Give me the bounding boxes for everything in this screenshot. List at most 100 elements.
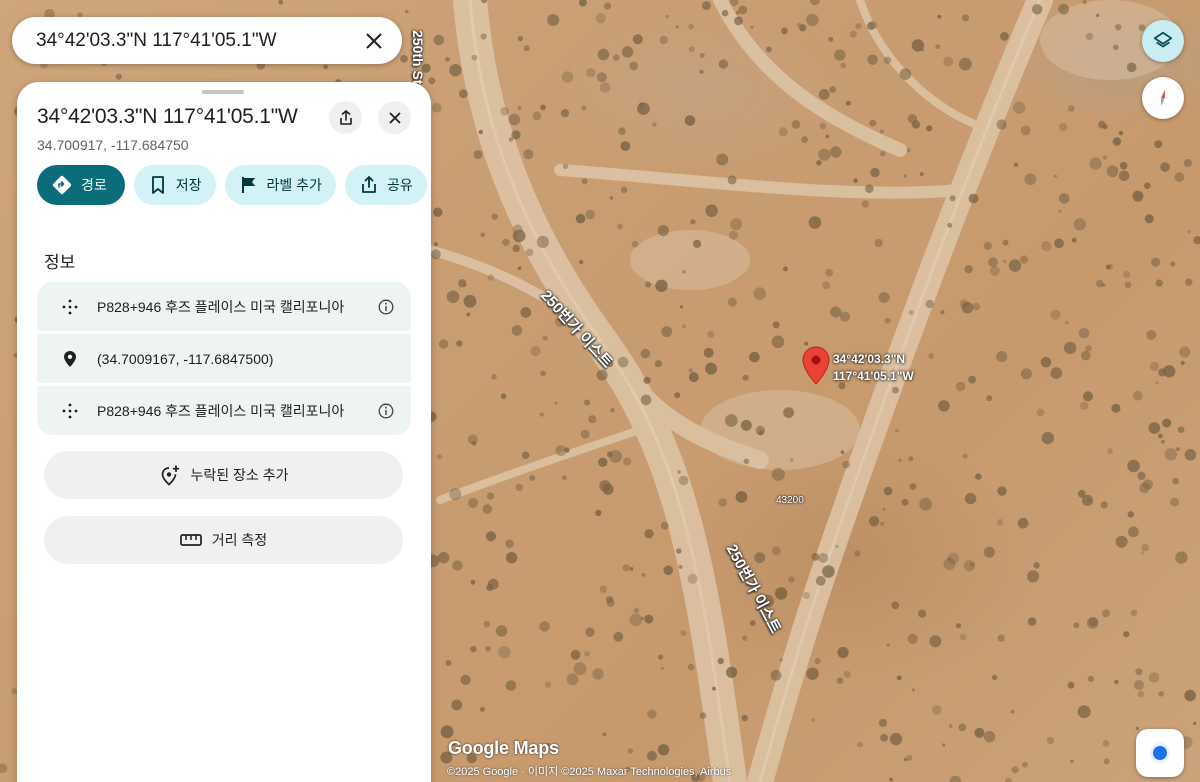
shrub [675,25,679,29]
shrub [743,458,750,465]
close-panel-button[interactable] [378,101,411,134]
add-missing-place-label: 누락된 장소 추가 [190,467,289,483]
shrub [525,248,534,257]
plus-code-row[interactable]: P828+946 후즈 플레이스 미국 캘리포니아 [37,386,411,435]
shrub [1058,3,1069,15]
my-location-button[interactable] [1136,729,1184,777]
drag-handle[interactable] [202,90,244,94]
shrub [1041,431,1055,445]
shrub [1011,766,1019,774]
shrub [512,244,520,253]
place-title: 34°42'03.3"N 117°41'05.1"W [37,105,298,128]
shrub [433,207,443,217]
shrub [772,321,780,329]
shrub [718,498,727,507]
shrub [1067,681,1075,689]
shrub [621,46,634,58]
directions-button[interactable]: 경로 [37,165,125,205]
shrub [1020,368,1032,380]
shrub [1088,617,1098,627]
map-attribution[interactable]: ©2025 Google · 이미지 ©2025 Maxar Technolog… [447,763,731,779]
shrub [500,106,509,116]
shrub [612,54,620,61]
shrub [712,686,716,691]
coordinates-row[interactable]: (34.7009167, -117.6847500) [37,334,411,383]
shrub [1085,32,1094,41]
shrub [790,458,794,462]
shrub [880,521,885,526]
share-button[interactable] [329,101,362,134]
shrub [783,407,794,418]
shrub [1058,209,1062,213]
search-bar[interactable]: 34°42'03.3"N 117°41'05.1"W [12,17,402,64]
shrub [643,376,651,384]
shrub [843,670,851,678]
shrub [996,351,1008,363]
shrub [1170,261,1176,267]
shrub [791,120,801,129]
shrub [467,497,479,509]
plus-code-row[interactable]: P828+946 후즈 플레이스 미국 캘리포니아 [37,282,411,331]
shrub [1135,668,1143,676]
shrub [505,539,514,548]
map-pin-icon[interactable] [802,346,830,386]
shrub [629,613,643,627]
shrub [1027,617,1037,626]
shrub [935,44,940,50]
shrub [1135,726,1140,731]
shrub [473,150,483,160]
info-icon[interactable] [375,403,397,419]
clear-search-button[interactable] [360,27,388,55]
shrub [740,419,752,431]
shrub [544,681,552,688]
shrub [829,86,836,93]
shrub [758,430,764,436]
shrub [678,564,683,570]
shrub [781,27,788,35]
shrub [996,119,1007,130]
shrub [968,193,979,204]
shrub [617,223,623,230]
shrub [1115,535,1128,548]
measure-distance-button[interactable]: 거리 측정 [44,516,403,564]
shrub [849,30,857,38]
shrub [684,115,696,126]
shrub [599,585,607,593]
shrub [428,77,436,85]
shrub [674,392,681,399]
shrub [1071,237,1077,243]
add-missing-place-button[interactable]: 누락된 장소 추가 [44,451,403,499]
shrub [1126,62,1137,73]
shrub [433,34,445,46]
shrub [1151,257,1161,267]
save-button[interactable]: 저장 [133,165,216,205]
shrub [1175,551,1188,564]
shrub [1046,736,1055,745]
shrub [432,102,442,113]
shrub [641,573,646,577]
add-label-button[interactable]: 라벨 추가 [224,165,336,205]
layers-button[interactable] [1142,20,1184,62]
shrub [646,750,657,761]
share-chip-button[interactable]: 공유 [344,165,427,205]
shrub [906,148,911,153]
shrub [629,567,634,571]
shrub [470,579,476,585]
shrub [573,662,587,676]
shrub [896,675,902,681]
shrub [1148,672,1160,683]
shrub [1155,381,1159,385]
shrub [449,63,462,77]
shrub [801,136,808,144]
shrub [727,297,737,307]
shrub [1059,122,1068,132]
shrub [818,148,831,161]
shrub [500,393,507,400]
shrub [595,509,602,517]
search-input[interactable]: 34°42'03.3"N 117°41'05.1"W [36,30,360,52]
info-icon[interactable] [375,299,397,315]
shrub [983,241,992,250]
shrub [1174,172,1185,183]
compass-button[interactable] [1142,77,1184,119]
shrub [631,240,639,248]
